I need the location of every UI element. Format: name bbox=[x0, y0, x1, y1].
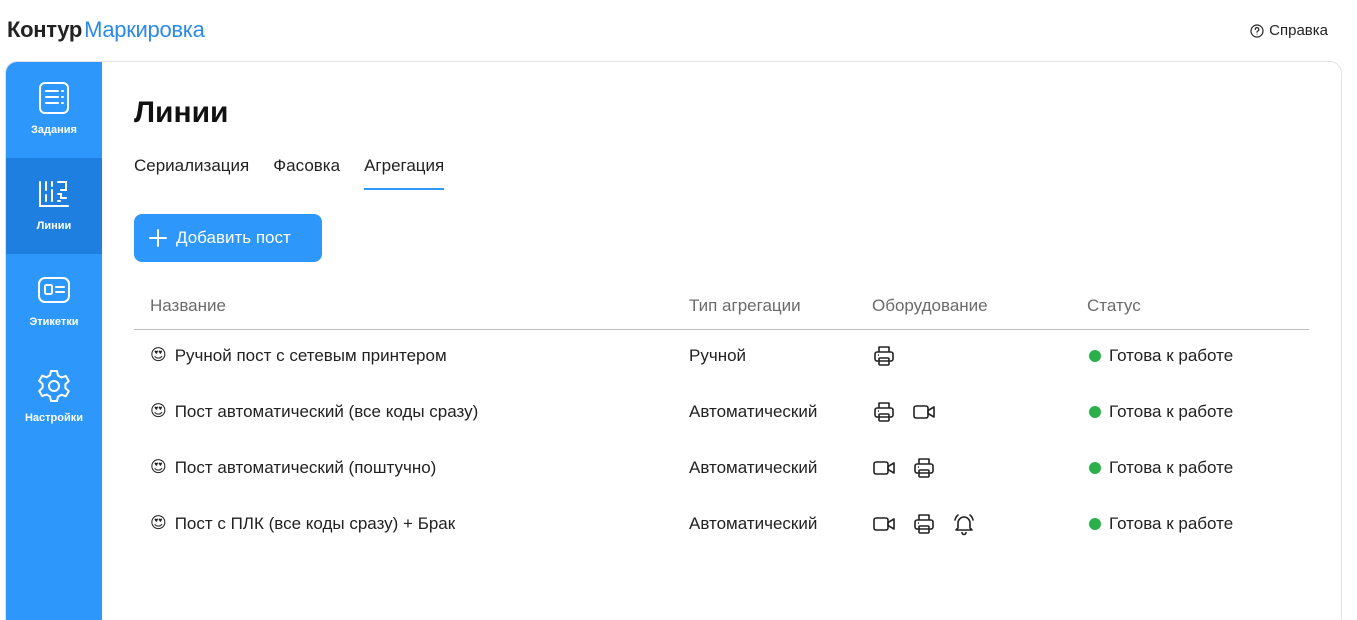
cell-equipment bbox=[872, 456, 936, 480]
help-link[interactable]: Справка bbox=[1250, 22, 1328, 39]
status-dot-icon bbox=[1089, 406, 1101, 418]
bell-icon bbox=[952, 512, 976, 536]
posts-table: Название Тип агрегации Оборудование Стат… bbox=[134, 286, 1309, 554]
printer-icon bbox=[912, 512, 936, 536]
table-row[interactable]: 😍 Пост автоматический (поштучно) Автомат… bbox=[134, 442, 1309, 498]
status-dot-icon bbox=[1089, 350, 1101, 362]
app-panel: Задания Линии Этикетки Настройки Линии С… bbox=[5, 61, 1342, 620]
tab-packing[interactable]: Фасовка bbox=[273, 156, 340, 190]
table-row[interactable]: 😍 Пост с ПЛК (все коды сразу) + Брак Авт… bbox=[134, 498, 1309, 554]
lines-qr-icon bbox=[39, 181, 69, 207]
cell-name: 😍 Пост автоматический (поштучно) bbox=[150, 458, 436, 478]
printer-icon bbox=[872, 344, 896, 368]
cell-status: Готова к работе bbox=[1089, 514, 1233, 534]
table-row[interactable]: 😍 Пост автоматический (все коды сразу) А… bbox=[134, 386, 1309, 442]
camera-icon bbox=[872, 512, 896, 536]
emoji-icon: 😍 bbox=[150, 403, 167, 420]
sidebar-item-labels[interactable]: Этикетки bbox=[6, 254, 102, 350]
main-content: Линии Сериализация Фасовка Агрегация Доб… bbox=[102, 62, 1341, 620]
column-header-aggregation-type[interactable]: Тип агрегации bbox=[689, 296, 801, 316]
tabs: Сериализация Фасовка Агрегация bbox=[134, 156, 445, 190]
status-dot-icon bbox=[1089, 518, 1101, 530]
cell-equipment bbox=[872, 512, 976, 536]
emoji-icon: 😍 bbox=[150, 459, 167, 476]
logo-part-kontur: Контур bbox=[7, 17, 83, 42]
cell-aggregation-type: Автоматический bbox=[689, 402, 818, 421]
column-header-equipment[interactable]: Оборудование bbox=[872, 296, 988, 316]
logo[interactable]: КонтурМаркировка bbox=[7, 17, 205, 43]
cell-status: Готова к работе bbox=[1089, 346, 1233, 366]
status-text: Готова к работе bbox=[1109, 458, 1234, 477]
question-circle-icon bbox=[1250, 23, 1264, 38]
sidebar-item-tasks[interactable]: Задания bbox=[6, 62, 102, 158]
sidebar-item-settings[interactable]: Настройки bbox=[6, 350, 102, 446]
emoji-icon: 😍 bbox=[150, 347, 167, 364]
column-header-name[interactable]: Название bbox=[150, 296, 226, 316]
emoji-icon: 😍 bbox=[150, 515, 167, 532]
add-post-button[interactable]: Добавить пост bbox=[134, 214, 322, 262]
post-name: Ручной пост с сетевым принтером bbox=[174, 346, 447, 365]
cell-aggregation-type: Автоматический bbox=[689, 514, 818, 533]
sidebar-item-label: Задания bbox=[31, 124, 77, 136]
cell-name: 😍 Пост автоматический (все коды сразу) bbox=[150, 402, 478, 422]
help-label: Справка bbox=[1269, 22, 1328, 39]
status-dot-icon bbox=[1089, 462, 1101, 474]
logo-part-markirovka: Маркировка bbox=[84, 17, 205, 42]
top-bar: КонтурМаркировка Справка bbox=[0, 0, 1357, 62]
post-name: Пост с ПЛК (все коды сразу) + Брак bbox=[174, 514, 456, 533]
cell-status: Готова к работе bbox=[1089, 458, 1233, 478]
tasks-list-icon bbox=[39, 82, 69, 114]
sidebar-item-label: Линии bbox=[36, 220, 72, 232]
tab-aggregation[interactable]: Агрегация bbox=[364, 156, 445, 190]
cell-name: 😍 Ручной пост с сетевым принтером bbox=[150, 346, 447, 366]
cell-aggregation-type: Автоматический bbox=[689, 458, 818, 477]
post-name: Пост автоматический (поштучно) bbox=[174, 458, 437, 477]
table-row[interactable]: 😍 Ручной пост с сетевым принтером Ручной… bbox=[134, 330, 1309, 386]
label-icon bbox=[38, 277, 70, 303]
add-post-label: Добавить пост bbox=[176, 228, 291, 247]
printer-icon bbox=[872, 400, 896, 424]
cell-status: Готова к работе bbox=[1089, 402, 1233, 422]
camera-icon bbox=[872, 456, 896, 480]
post-name: Пост автоматический (все коды сразу) bbox=[174, 402, 479, 421]
cell-equipment bbox=[872, 400, 936, 424]
column-header-status[interactable]: Статус bbox=[1087, 296, 1141, 316]
cell-aggregation-type: Ручной bbox=[689, 346, 747, 365]
table-header: Название Тип агрегации Оборудование Стат… bbox=[134, 286, 1309, 330]
status-text: Готова к работе bbox=[1109, 402, 1234, 421]
sidebar-item-label: Этикетки bbox=[29, 316, 79, 328]
tab-serialization[interactable]: Сериализация bbox=[134, 156, 249, 190]
page-title: Линии bbox=[134, 96, 229, 129]
sidebar-item-label: Настройки bbox=[24, 412, 84, 424]
cell-equipment bbox=[872, 344, 896, 368]
camera-icon bbox=[912, 400, 936, 424]
cell-name: 😍 Пост с ПЛК (все коды сразу) + Брак bbox=[150, 514, 455, 534]
status-text: Готова к работе bbox=[1109, 346, 1234, 365]
status-text: Готова к работе bbox=[1109, 514, 1234, 533]
printer-icon bbox=[912, 456, 936, 480]
sidebar: Задания Линии Этикетки Настройки bbox=[6, 62, 102, 620]
gear-icon bbox=[38, 370, 70, 402]
plus-icon bbox=[149, 229, 167, 247]
table-body: 😍 Ручной пост с сетевым принтером Ручной… bbox=[134, 330, 1309, 554]
sidebar-item-lines[interactable]: Линии bbox=[6, 158, 102, 254]
